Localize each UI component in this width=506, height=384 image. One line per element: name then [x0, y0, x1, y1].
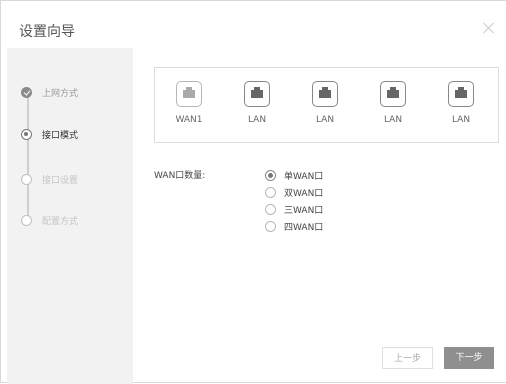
previous-step-button[interactable]: 上一步 [382, 347, 433, 369]
ethernet-port-icon [380, 81, 406, 107]
ports-panel: WAN1 LAN LAN LAN LAN [154, 67, 499, 143]
port-label: LAN [247, 115, 267, 125]
radio-label[interactable]: 单WAN口 [284, 169, 323, 182]
port-lan-1: LAN [237, 81, 277, 125]
step-config-method: 配置方式 [21, 214, 78, 227]
port-label: LAN [315, 115, 335, 125]
radio-label[interactable]: 四WAN口 [284, 220, 323, 233]
current-step-icon [21, 129, 32, 140]
pending-step-icon [21, 174, 32, 185]
radio-unchecked-icon[interactable] [265, 221, 276, 232]
step-interface-mode: 接口模式 [21, 128, 78, 141]
check-icon [21, 87, 32, 98]
ethernet-port-icon [244, 81, 270, 107]
step-label: 接口设置 [42, 176, 79, 186]
radio-unchecked-icon[interactable] [265, 204, 276, 215]
dialog-title: 设置向导 [19, 24, 75, 40]
radio-option-triple-wan[interactable]: 三WAN口 [265, 201, 323, 218]
port-label: LAN [451, 115, 471, 125]
ethernet-port-icon [176, 81, 202, 107]
port-label: LAN [383, 115, 403, 125]
wan-count-radio-group: 单WAN口 双WAN口 三WAN口 四WAN口 [265, 167, 323, 235]
wan-count-label: WAN口数量: [154, 171, 206, 181]
radio-option-single-wan[interactable]: 单WAN口 [265, 167, 323, 184]
port-label: WAN1 [175, 115, 203, 125]
setup-wizard-dialog: 设置向导 上网方式 接口模式 接口设置 配置方式 WAN1 LAN LAN LA… [0, 0, 506, 384]
radio-label[interactable]: 三WAN口 [284, 203, 323, 216]
next-step-button[interactable]: 下一步 [444, 347, 494, 369]
radio-checked-icon[interactable] [265, 170, 276, 181]
port-lan-2: LAN [305, 81, 345, 125]
radio-option-quad-wan[interactable]: 四WAN口 [265, 218, 323, 235]
ethernet-port-icon [312, 81, 338, 107]
radio-option-dual-wan[interactable]: 双WAN口 [265, 184, 323, 201]
port-lan-4: LAN [441, 81, 481, 125]
step-internet-mode: 上网方式 [21, 86, 78, 99]
steps-connector [27, 89, 29, 224]
radio-unchecked-icon[interactable] [265, 187, 276, 198]
ethernet-port-icon [448, 81, 474, 107]
radio-label[interactable]: 双WAN口 [284, 186, 323, 199]
close-icon[interactable] [482, 21, 496, 35]
pending-step-icon [21, 215, 32, 226]
port-wan1: WAN1 [169, 81, 209, 125]
step-label: 配置方式 [42, 217, 79, 227]
step-label: 上网方式 [42, 89, 79, 99]
step-label: 接口模式 [42, 131, 79, 141]
step-interface-settings: 接口设置 [21, 173, 78, 186]
port-lan-3: LAN [373, 81, 413, 125]
